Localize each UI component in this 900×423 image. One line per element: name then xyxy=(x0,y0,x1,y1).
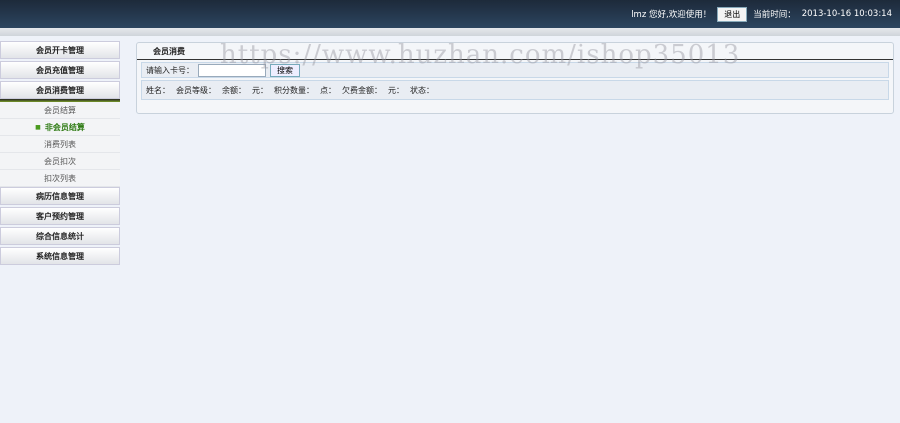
menu-consumption-management[interactable]: 会员消费管理 xyxy=(0,81,120,99)
info-level: 会员等级： xyxy=(176,85,216,95)
search-button[interactable]: 搜索 xyxy=(270,63,300,77)
submenu-member-settle[interactable]: 会员结算 xyxy=(0,102,120,119)
info-name: 姓名： xyxy=(146,85,170,95)
menu-card-management[interactable]: 会员开卡管理 xyxy=(0,41,120,59)
info-row: 姓名： 会员等级： 余额： 元： 积分数量： 点： 欠费金额： 元： 状态： xyxy=(141,80,889,100)
menu-records-management[interactable]: 病历信息管理 xyxy=(0,187,120,205)
time-label: 当前时间： xyxy=(753,10,796,20)
greeting: lmz 您好,欢迎使用！ xyxy=(631,10,712,20)
sub-bar xyxy=(0,28,900,36)
info-point-unit: 点： xyxy=(320,85,336,95)
submenu-consumption-list[interactable]: 消费列表 xyxy=(0,136,120,153)
submenu-deduct-list[interactable]: 扣次列表 xyxy=(0,170,120,187)
info-balance: 余额： xyxy=(222,85,246,95)
submenu-nonmember-settle[interactable]: 非会员结算 xyxy=(0,119,120,136)
info-yuan: 元： xyxy=(252,85,268,95)
info-points: 积分数量： xyxy=(274,85,314,95)
card-label: 请输入卡号： xyxy=(146,65,194,75)
logout-button[interactable]: 退出 xyxy=(717,6,748,22)
info-status: 状态： xyxy=(410,85,434,95)
menu-system-management[interactable]: 系统信息管理 xyxy=(0,247,120,265)
sidebar: 会员开卡管理 会员充值管理 会员消费管理 会员结算 非会员结算 消费列表 会员扣… xyxy=(0,41,120,267)
menu-recharge-management[interactable]: 会员充值管理 xyxy=(0,61,120,79)
info-yuan2: 元： xyxy=(388,85,404,95)
card-row: 请输入卡号： 搜索 xyxy=(141,62,889,78)
submenu-member-deduct[interactable]: 会员扣次 xyxy=(0,153,120,170)
consumption-panel: 会员消费 请输入卡号： 搜索 姓名： 会员等级： 余额： 元： 积分数量： 点：… xyxy=(136,42,894,114)
panel-title: 会员消费 xyxy=(137,43,893,60)
info-arrears: 欠费金额： xyxy=(342,85,382,95)
card-input[interactable] xyxy=(198,63,266,77)
top-bar: lmz 您好,欢迎使用！ 退出 当前时间： 2013-10-16 10:03:1… xyxy=(0,0,900,28)
menu-appointment-management[interactable]: 客户预约管理 xyxy=(0,207,120,225)
current-time: 2013-10-16 10:03:14 xyxy=(801,9,892,19)
menu-statistics[interactable]: 综合信息统计 xyxy=(0,227,120,245)
